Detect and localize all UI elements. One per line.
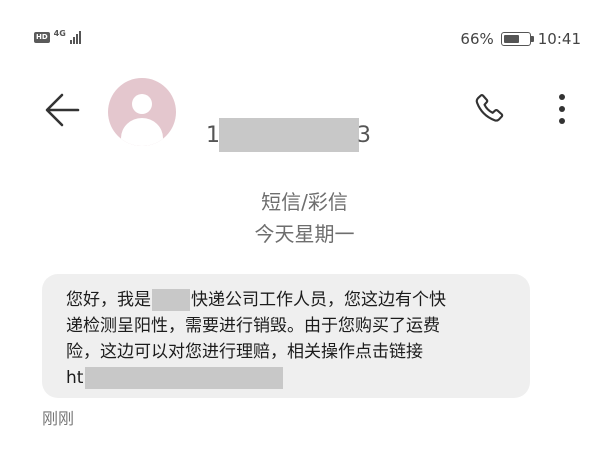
arrow-left-icon [45,93,80,127]
message-timestamp: 刚刚 [42,409,75,428]
network-type-label: 4G [53,29,66,38]
battery-tip [530,36,534,42]
more-vertical-icon [559,94,565,124]
status-left-indicators: HD 4G [34,30,81,44]
message-line1-start: 您好，我是 [66,290,151,310]
thread-date-label: 今天星期一 [254,222,355,246]
contact-number-suffix: 3 [357,122,372,148]
message-line3: 险，这边可以对您进行理赔，相关操作点击链接 [66,342,423,362]
battery-percent: 66% [460,30,494,48]
thread-type-label: 短信/彩信 [261,190,348,214]
status-right-indicators: 66% 10:41 [460,30,581,48]
clock-time: 10:41 [537,30,581,48]
battery-level-fill [503,35,519,43]
message-line2: 递检测呈阳性，需要进行销毁。由于您购买了运费 [66,316,440,336]
status-bar: HD 4G 66% 10:41 [0,0,609,64]
contact-number: 1 3 [206,118,372,152]
message-text: 您好，我是 快递公司工作人员，您这边有个快递检测呈阳性，需要进行销毁。由于您购买了… [66,287,510,391]
avatar-head-shape [132,94,152,114]
back-button[interactable] [40,88,84,132]
avatar-body-shape [121,118,163,146]
battery-icon [500,32,534,46]
contact-avatar[interactable] [108,78,176,146]
message-bubble[interactable]: 您好，我是 快递公司工作人员，您这边有个快递检测呈阳性，需要进行销毁。由于您购买了… [42,274,530,398]
redacted-number-mask [219,118,359,152]
hd-voice-badge: HD [34,31,50,43]
more-options-button[interactable] [548,88,576,132]
phone-icon [475,94,504,122]
signal-strength-icon [69,30,81,44]
call-button[interactable] [468,88,512,132]
redacted-link-mask[interactable] [85,367,284,389]
message-link-prefix[interactable]: ht [66,368,83,388]
redacted-sender-mask [152,289,190,311]
message-line1-end: 快递公司工作人员，您这边有个快 [191,290,446,310]
